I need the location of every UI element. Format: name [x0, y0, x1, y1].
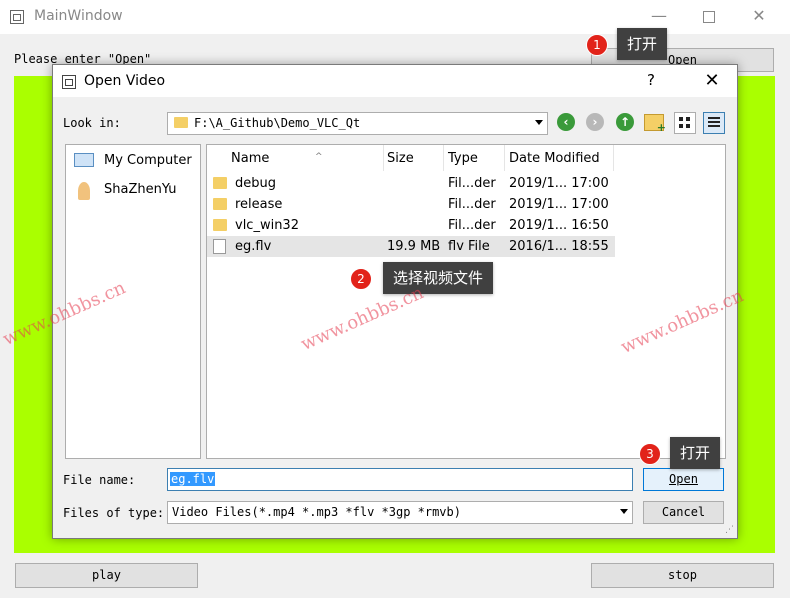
column-header-date-modified[interactable]: Date Modified	[509, 145, 614, 171]
close-button[interactable]: ✕	[736, 0, 782, 32]
callout-text: 打开	[627, 35, 658, 53]
dialog-open-button[interactable]: Open	[643, 468, 724, 491]
file-type: Fil...der	[448, 197, 496, 212]
parent-directory-icon[interactable]: ↑	[616, 113, 634, 131]
callout-text: 选择视频文件	[393, 269, 484, 287]
detail-view-icon[interactable]	[703, 112, 725, 134]
folder-icon	[213, 219, 227, 231]
table-row[interactable]: release Fil...der 2019/1... 17:00	[207, 194, 615, 215]
look-in-label: Look in:	[63, 116, 121, 130]
sidebar-item-label: My Computer	[104, 153, 192, 168]
file-date: 2016/1... 18:55	[509, 239, 609, 254]
play-button[interactable]: play	[15, 563, 198, 588]
callout-step-3: 打开	[670, 437, 721, 469]
dialog-close-button[interactable]: ✕	[697, 67, 727, 95]
callout-badge-1: 1	[586, 34, 608, 56]
file-name: debug	[235, 176, 276, 191]
chevron-down-icon[interactable]	[535, 120, 543, 125]
file-name-label: File name:	[63, 473, 136, 487]
list-view-icon[interactable]	[674, 112, 696, 134]
file-size: 19.9 MB	[387, 239, 441, 254]
user-icon	[78, 182, 90, 200]
main-window-title: MainWindow	[34, 8, 123, 24]
file-list: ^ Name Size Type Date Modified debug Fil…	[206, 144, 726, 459]
file-name: eg.flv	[235, 239, 272, 254]
file-type-combo[interactable]: Video Files(*.mp4 *.mp3 *flv *3gp *rmvb)	[167, 501, 633, 524]
callout-text: 打开	[680, 444, 711, 462]
column-header-label: Name	[231, 151, 270, 166]
file-type: flv File	[448, 239, 490, 254]
stop-button[interactable]: stop	[591, 563, 774, 588]
back-icon[interactable]: ‹	[557, 113, 575, 131]
dialog-title: Open Video	[84, 73, 166, 89]
maximize-button[interactable]	[686, 0, 732, 32]
folder-icon	[213, 198, 227, 210]
sidebar-item-user[interactable]: ShaZhenYu	[74, 180, 198, 202]
dialog-titlebar: Open Video ? ✕	[53, 65, 737, 97]
app-window-icon	[10, 10, 24, 24]
file-name: vlc_win32	[235, 218, 299, 233]
new-folder-icon[interactable]	[644, 114, 666, 134]
table-row[interactable]: vlc_win32 Fil...der 2019/1... 16:50	[207, 215, 615, 236]
column-header-name[interactable]: ^ Name	[231, 145, 384, 171]
file-name-input[interactable]: eg.flv	[167, 468, 633, 491]
look-in-combo[interactable]: F:\A_Github\Demo_VLC_Qt	[167, 112, 548, 135]
sidebar-item-my-computer[interactable]: My Computer	[74, 151, 198, 173]
file-date: 2019/1... 17:00	[509, 197, 609, 212]
chevron-down-icon[interactable]	[620, 509, 628, 514]
help-button[interactable]: ?	[647, 71, 655, 89]
file-date: 2019/1... 17:00	[509, 176, 609, 191]
table-row-selected[interactable]: eg.flv 19.9 MB flv File 2016/1... 18:55	[207, 236, 615, 257]
file-type-value: Video Files(*.mp4 *.mp3 *flv *3gp *rmvb)	[172, 505, 461, 519]
dialog-cancel-button[interactable]: Cancel	[643, 501, 724, 524]
sort-ascending-icon: ^	[315, 152, 323, 162]
forward-icon[interactable]: ›	[586, 113, 604, 131]
callout-badge-2: 2	[350, 268, 372, 290]
table-row[interactable]: debug Fil...der 2019/1... 17:00	[207, 173, 615, 194]
dialog-window-icon	[62, 75, 76, 89]
maximize-icon	[703, 10, 715, 23]
computer-icon	[74, 153, 94, 167]
file-name: release	[235, 197, 283, 212]
file-type: Fil...der	[448, 176, 496, 191]
file-date: 2019/1... 16:50	[509, 218, 609, 233]
folder-icon	[213, 177, 227, 189]
main-titlebar: MainWindow — ✕	[0, 0, 790, 34]
column-header-size[interactable]: Size	[387, 145, 444, 171]
look-in-path: F:\A_Github\Demo_VLC_Qt	[194, 116, 361, 130]
column-header-type[interactable]: Type	[448, 145, 505, 171]
file-name-value: eg.flv	[170, 472, 216, 486]
file-type-label: Files of type:	[63, 506, 165, 520]
callout-badge-3: 3	[639, 443, 661, 465]
sidebar-item-label: ShaZhenYu	[104, 182, 177, 197]
folder-icon	[174, 117, 188, 128]
file-icon	[213, 239, 226, 254]
resize-grip-icon[interactable]: ⋰	[725, 525, 734, 535]
file-type: Fil...der	[448, 218, 496, 233]
callout-step-1: 打开	[617, 28, 668, 60]
